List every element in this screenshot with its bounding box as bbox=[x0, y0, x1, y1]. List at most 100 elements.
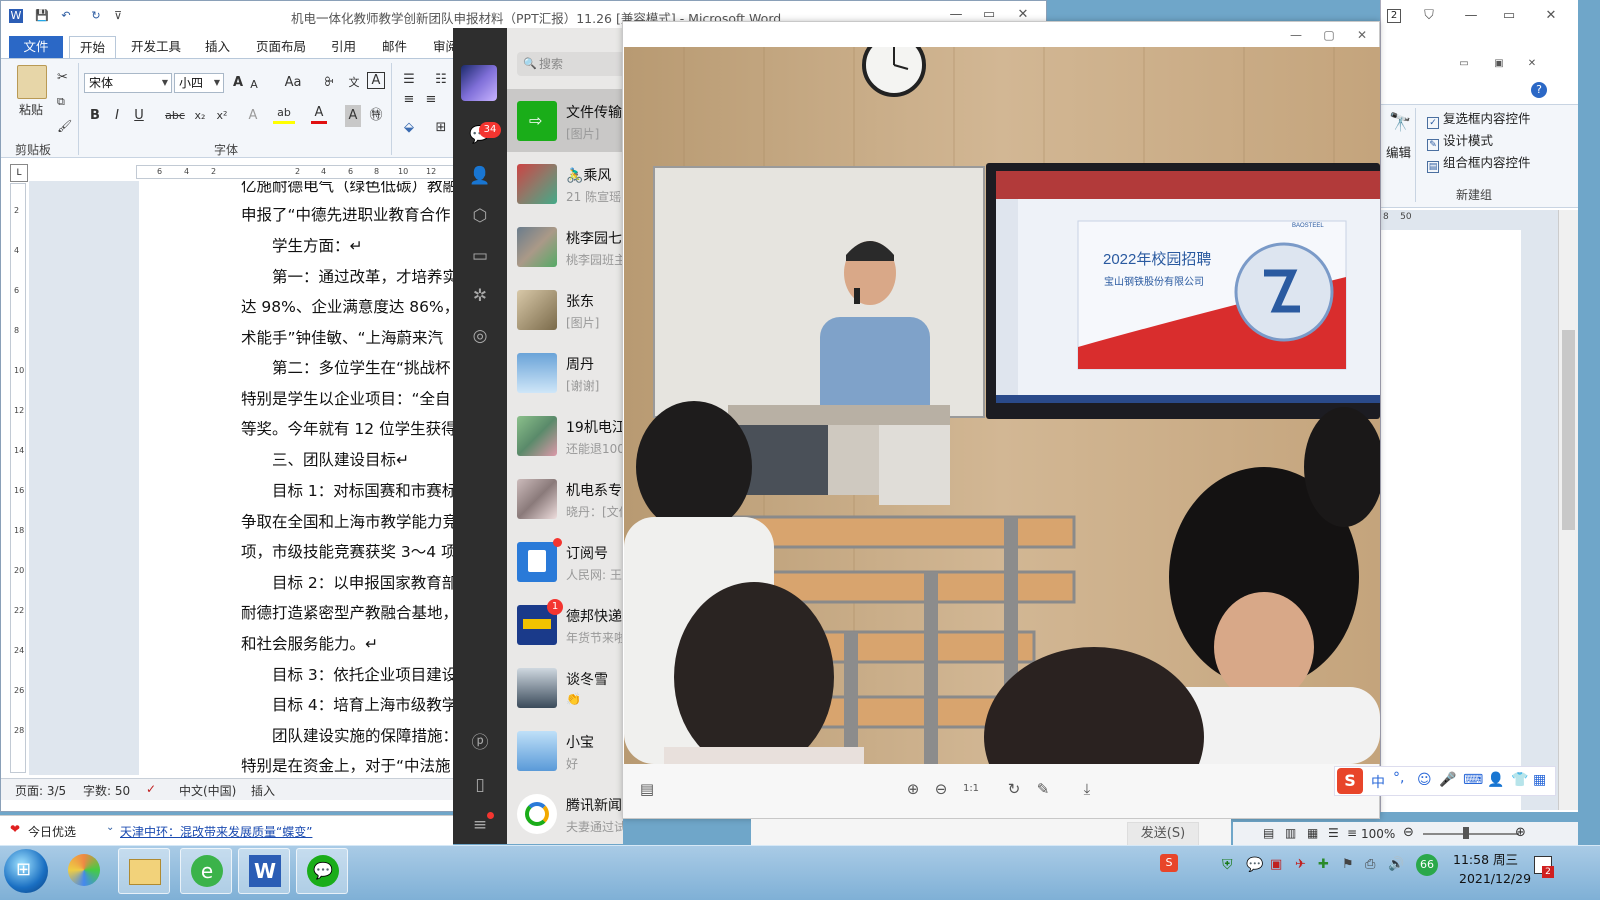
zoom-level[interactable]: 100% bbox=[1361, 827, 1395, 841]
conversation-item[interactable]: ⇨ 文件传输 [图片] bbox=[507, 89, 623, 152]
text-effects-icon[interactable]: A bbox=[245, 105, 261, 127]
word-app-icon[interactable]: W bbox=[9, 9, 23, 23]
tray-badge[interactable]: 66 bbox=[1416, 854, 1438, 876]
enclose-char-icon[interactable]: ㊕ bbox=[367, 105, 385, 127]
conversation-item[interactable]: 19机电江 还能退100 bbox=[507, 404, 623, 467]
sogou-tray-icon[interactable]: S bbox=[1160, 854, 1178, 872]
taskbar-app-explorer[interactable] bbox=[118, 848, 170, 894]
zoom-slider[interactable] bbox=[1423, 833, 1519, 835]
conversation-item[interactable]: 小宝 好 bbox=[507, 719, 623, 782]
strikethrough-icon[interactable]: abc bbox=[164, 105, 186, 127]
tab-page-layout[interactable]: 页面布局 bbox=[246, 36, 316, 58]
favorites-icon[interactable]: ⬡ bbox=[469, 205, 491, 227]
language-status[interactable]: 中文(中国) bbox=[179, 782, 236, 799]
superscript-icon[interactable]: x² bbox=[214, 105, 230, 127]
numbering-icon[interactable]: ☷ bbox=[431, 69, 451, 91]
today-picks-label[interactable]: 今日优选 bbox=[28, 823, 76, 840]
taskbar-app-360[interactable] bbox=[58, 848, 110, 894]
paste-icon[interactable] bbox=[17, 65, 47, 99]
character-border-icon[interactable]: A bbox=[367, 72, 385, 89]
tab-home[interactable]: 开始 bbox=[69, 36, 117, 58]
paste-button[interactable]: 粘贴 bbox=[19, 99, 43, 121]
align-left-icon[interactable]: ≡ bbox=[399, 89, 419, 111]
rotate-icon[interactable]: ↻ bbox=[1004, 779, 1024, 799]
actual-size-icon[interactable]: 1:1 bbox=[961, 779, 981, 799]
conversation-item[interactable]: 1 德邦快递 年货节来啦 bbox=[507, 593, 623, 656]
font-name-select[interactable]: 宋体 ▼ bbox=[84, 73, 172, 93]
phonetic-guide-icon[interactable]: 文 bbox=[344, 72, 364, 94]
zoom-slider-thumb[interactable] bbox=[1463, 827, 1469, 839]
thumbnail-icon[interactable]: ▤ bbox=[637, 779, 657, 799]
borders-icon[interactable]: ⊞ bbox=[431, 117, 451, 139]
close-button[interactable]: ✕ bbox=[1543, 9, 1559, 23]
close-doc-button[interactable]: ✕ bbox=[1524, 57, 1540, 71]
tab-references[interactable]: 引用 bbox=[321, 36, 366, 58]
sogou-logo-icon[interactable]: S bbox=[1337, 768, 1363, 794]
zoom-out-icon[interactable]: ⊖ bbox=[1403, 825, 1414, 840]
outline-icon[interactable]: ☰ bbox=[1328, 826, 1339, 840]
scroll-thumb[interactable] bbox=[1562, 330, 1575, 530]
shading-icon[interactable]: ⬙ bbox=[399, 117, 419, 139]
page-count[interactable]: 页面: 3/5 bbox=[15, 782, 66, 799]
bullets-icon[interactable]: ☰ bbox=[399, 69, 419, 91]
document-page-secondary[interactable] bbox=[1381, 230, 1521, 810]
highlight-icon[interactable]: ab bbox=[273, 105, 295, 124]
close-button[interactable]: ✕ bbox=[1015, 8, 1031, 22]
tray-network-icon[interactable]: ⚑ bbox=[1342, 857, 1354, 872]
cut-icon[interactable]: ✂ bbox=[57, 67, 68, 89]
minimize-button[interactable]: — bbox=[948, 8, 964, 22]
toolbox-icon[interactable]: ▦ bbox=[1533, 772, 1546, 788]
ime-mode-icon[interactable]: 中 bbox=[1371, 772, 1385, 792]
user-icon[interactable]: 👤 bbox=[1487, 772, 1504, 788]
conversation-item[interactable]: 订阅号 人民网: 王 bbox=[507, 530, 623, 593]
taskbar-app-word[interactable]: W bbox=[238, 848, 290, 894]
volume-icon[interactable]: 🔊 bbox=[1388, 857, 1404, 872]
tray-app-icon[interactable]: ▣ bbox=[1270, 857, 1282, 872]
taskbar-app-wechat[interactable]: 💬 bbox=[296, 848, 348, 894]
conversation-item[interactable]: 桃李园七 桃李园班主 bbox=[507, 215, 623, 278]
edit-icon[interactable]: ✎ bbox=[1033, 779, 1053, 799]
vertical-scrollbar[interactable] bbox=[1558, 210, 1578, 810]
contacts-icon[interactable]: 👤 bbox=[469, 165, 491, 187]
news-headline-link[interactable]: 天津中环：混改带来发展质量“蝶变” bbox=[120, 823, 312, 840]
zoom-in-icon[interactable]: ⊕ bbox=[1515, 825, 1526, 840]
minimize-ribbon-button[interactable]: ▭ bbox=[1456, 57, 1472, 71]
word-count[interactable]: 字数: 50 bbox=[83, 782, 130, 799]
help-icon[interactable]: ? bbox=[1531, 82, 1547, 98]
format-painter-icon[interactable]: 🖌 bbox=[57, 115, 72, 137]
save-icon[interactable]: 💾 bbox=[35, 9, 49, 23]
tab-developer[interactable]: 开发工具 bbox=[121, 36, 191, 58]
underline-icon[interactable]: U bbox=[131, 105, 147, 127]
clear-format-icon[interactable]: ꔬ bbox=[320, 72, 338, 94]
shrink-font-icon[interactable]: A bbox=[247, 74, 261, 96]
document-area[interactable]: 亿施耐德电气（绿色低碳）教融合 申报了“中德先进职业教育合作 学生方面：↵ 第一… bbox=[29, 181, 454, 775]
conversation-item[interactable]: 周丹 [谢谢] bbox=[507, 341, 623, 404]
minimize-button[interactable]: — bbox=[1463, 9, 1479, 23]
mini-program-icon[interactable]: ⓟ bbox=[469, 732, 491, 754]
start-button[interactable]: ⊞ bbox=[4, 849, 48, 893]
clock-time[interactable]: 11:58 周三 bbox=[1453, 849, 1518, 868]
edit-button[interactable]: 编辑 bbox=[1386, 142, 1411, 161]
combo-control-option[interactable]: ▤ 组合框内容控件 bbox=[1427, 152, 1531, 173]
search-input[interactable]: 🔍 搜索 bbox=[517, 52, 623, 76]
voice-icon[interactable]: 🎤 bbox=[1439, 772, 1456, 788]
tab-mailings[interactable]: 邮件 bbox=[372, 36, 417, 58]
keyboard-icon[interactable]: ⌨ bbox=[1463, 772, 1483, 788]
web-layout-icon[interactable]: ▦ bbox=[1307, 826, 1318, 840]
folder-icon[interactable]: ▭ bbox=[469, 245, 491, 267]
print-layout-icon[interactable]: ▤ bbox=[1263, 826, 1274, 840]
conversation-item[interactable]: 腾讯新闻 夫妻通过试管手术喜得一... bbox=[507, 782, 623, 844]
align-center-icon[interactable]: ≡ bbox=[421, 89, 441, 111]
avatar[interactable] bbox=[461, 65, 497, 101]
maximize-button[interactable]: ▭ bbox=[1501, 9, 1517, 23]
document-area-secondary[interactable]: 8 50 bbox=[1381, 210, 1578, 810]
zoom-in-icon[interactable]: ⊕ bbox=[903, 779, 923, 799]
binoculars-icon[interactable]: 🔭 bbox=[1389, 112, 1411, 133]
maximize-button[interactable]: ▭ bbox=[981, 8, 997, 22]
horizontal-ruler[interactable]: 6 4 2 2 4 6 8 10 12 14 bbox=[136, 165, 454, 179]
conversation-item[interactable]: 谈冬雪 👏 bbox=[507, 656, 623, 719]
zoom-out-icon[interactable]: ⊖ bbox=[931, 779, 951, 799]
chevron-down-icon[interactable]: ⌄ bbox=[106, 822, 114, 833]
char-shading-icon[interactable]: A bbox=[345, 105, 361, 127]
change-case-icon[interactable]: Aa bbox=[282, 72, 304, 94]
